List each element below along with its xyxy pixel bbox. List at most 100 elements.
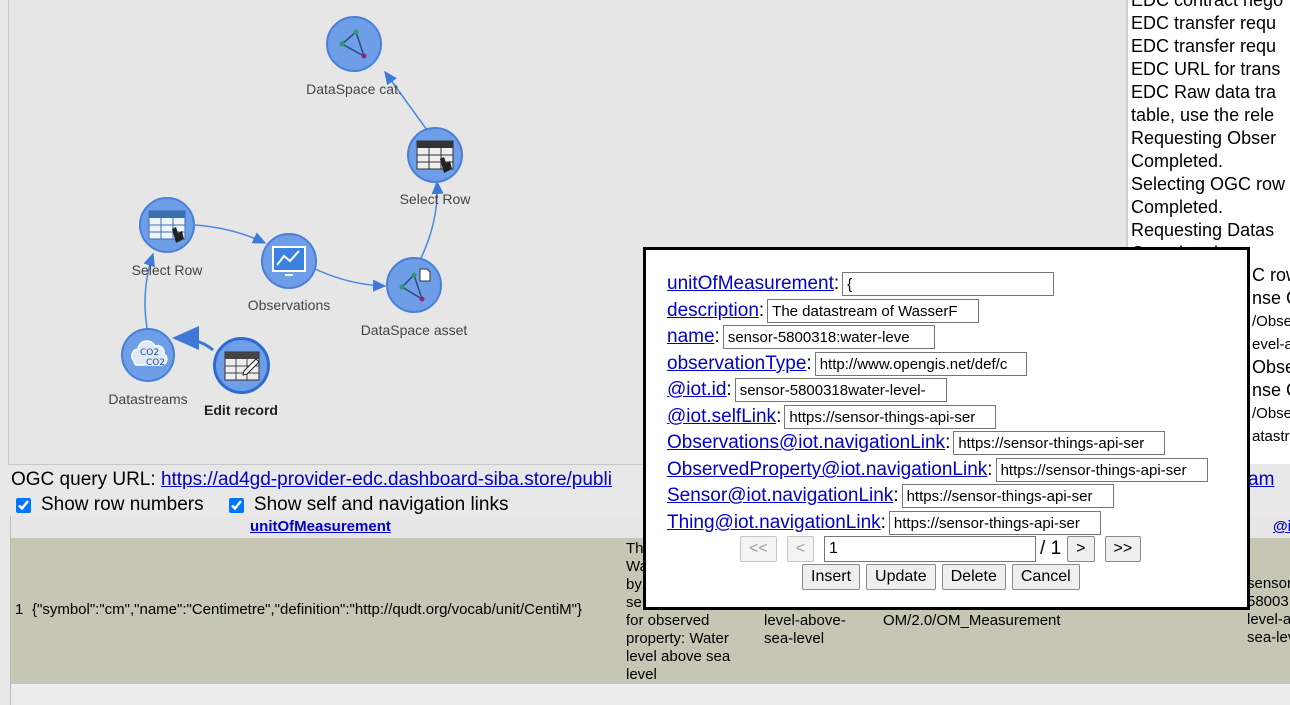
- node-label: DataSpace cat.: [306, 81, 402, 97]
- column-header-unitofmeasurement[interactable]: unitOfMeasurement: [250, 518, 391, 535]
- log-line: EDC Raw data tra: [1131, 82, 1277, 102]
- log-line: Requesting Obser: [1131, 128, 1277, 148]
- field-observations-navlink: Observations@iot.navigationLink:: [667, 430, 1166, 456]
- grid-options: Show row numbers Show self and navigatio…: [14, 494, 526, 519]
- cell-text: sea-level: [764, 630, 825, 647]
- node-label: Datastreams: [108, 391, 188, 407]
- log-fragment: evel-a: [1252, 336, 1290, 353]
- row-number: 1: [15, 601, 24, 618]
- insert-button[interactable]: Insert: [802, 564, 861, 590]
- query-url-label: OGC query URL:: [11, 469, 161, 490]
- log-line: table, use the rele: [1131, 105, 1275, 125]
- iot-selflink-input[interactable]: [784, 405, 997, 429]
- field-label-link[interactable]: Sensor@iot.navigationLink: [667, 485, 893, 507]
- field-unitofmeasurement: unitOfMeasurement:: [667, 271, 1055, 297]
- field-observedproperty-navlink: ObservedProperty@iot.navigationLink:: [667, 457, 1208, 483]
- show-links-checkbox[interactable]: [228, 497, 244, 513]
- last-record-button[interactable]: >>: [1104, 536, 1142, 562]
- field-label-link[interactable]: ObservedProperty@iot.navigationLink: [667, 459, 987, 481]
- observedproperty-navlink-input[interactable]: [995, 458, 1208, 482]
- svg-text:CO2: CO2: [140, 348, 159, 358]
- cancel-button[interactable]: Cancel: [1011, 564, 1080, 590]
- field-description: description:: [667, 298, 980, 324]
- node-label: DataSpace asset: [360, 322, 468, 338]
- name-input[interactable]: [722, 325, 935, 349]
- sensor-navlink-input[interactable]: [901, 484, 1114, 508]
- edge-edit-to-datastreams: [172, 326, 214, 352]
- dialog-actions: Insert Update Delete Cancel: [802, 564, 1086, 590]
- node-label: Select Row: [399, 191, 471, 207]
- show-links-option[interactable]: Show self and navigation links: [227, 494, 508, 516]
- iot-id-input[interactable]: [734, 378, 947, 402]
- observationtype-input[interactable]: [814, 352, 1027, 376]
- field-label-link[interactable]: @iot.selfLink: [667, 406, 776, 428]
- column-header-iot-id[interactable]: @i: [1273, 518, 1290, 535]
- delete-button[interactable]: Delete: [941, 564, 1006, 590]
- cell-text: level: [626, 666, 657, 683]
- field-name: name:: [667, 324, 935, 350]
- update-button[interactable]: Update: [866, 564, 936, 590]
- log-fragment: nse C: [1252, 380, 1290, 400]
- edit-record-dialog[interactable]: unitOfMeasurement: description: name: ob…: [643, 247, 1250, 610]
- field-label-link[interactable]: unitOfMeasurement: [667, 273, 834, 295]
- next-record-button[interactable]: >: [1067, 536, 1095, 562]
- field-label-link[interactable]: name: [667, 326, 715, 348]
- log-line: EDC URL for trans: [1131, 59, 1281, 79]
- log-fragment: Obser: [1252, 357, 1290, 377]
- log-fragment: atastr: [1252, 428, 1290, 445]
- field-label-link[interactable]: Observations@iot.navigationLink: [667, 432, 945, 454]
- unitofmeasurement-input[interactable]: [842, 272, 1055, 296]
- cell-text: 58003: [1247, 593, 1289, 610]
- field-sensor-navlink: Sensor@iot.navigationLink:: [667, 483, 1114, 509]
- show-row-numbers-label: Show row numbers: [41, 494, 204, 515]
- log-line: Selecting OGC row: [1131, 174, 1286, 194]
- record-total: / 1: [1040, 538, 1062, 559]
- log-line: EDC transfer requ: [1131, 36, 1277, 56]
- first-record-button[interactable]: <<: [740, 536, 777, 562]
- query-url-row: OGC query URL: https://ad4gd-provider-ed…: [11, 469, 612, 491]
- show-row-numbers-option[interactable]: Show row numbers: [14, 494, 204, 516]
- log-line: EDC contract nego: [1131, 0, 1284, 10]
- graph-icon: [326, 16, 382, 72]
- cell-text: level-above-: [764, 612, 846, 629]
- description-input[interactable]: [767, 299, 980, 323]
- line-chart-icon: [261, 233, 317, 289]
- node-label: Observations: [247, 297, 331, 313]
- edge-obs-to-asset: [312, 267, 387, 292]
- record-number-input[interactable]: [824, 536, 1037, 562]
- field-label-link[interactable]: @iot.id: [667, 379, 726, 401]
- thing-navlink-input[interactable]: [888, 511, 1101, 535]
- svg-text:CO2: CO2: [146, 358, 165, 368]
- field-label-link[interactable]: observationType: [667, 353, 806, 375]
- graph-document-icon: [386, 257, 442, 313]
- cell-observationtype: OM/2.0/OM_Measurement: [883, 612, 1061, 629]
- query-url-link-tail[interactable]: am: [1248, 469, 1274, 491]
- field-iot-id: @iot.id:: [667, 377, 947, 403]
- cell-name: level-above- sea-level: [764, 612, 846, 648]
- cell-text: level above sea: [626, 648, 731, 665]
- co2-cloud-icon: CO2 CO2: [121, 328, 175, 382]
- show-row-numbers-checkbox[interactable]: [16, 497, 31, 513]
- table-select-icon: [407, 127, 463, 183]
- table-edit-icon: [213, 337, 270, 394]
- field-thing-navlink: Thing@iot.navigationLink:: [667, 510, 1101, 536]
- field-label-link[interactable]: description: [667, 300, 759, 322]
- cell-text: level-a: [1247, 611, 1290, 628]
- log-line: EDC transfer requ: [1131, 13, 1277, 33]
- log-line: Completed.: [1131, 151, 1224, 171]
- cell-text: sensor: [1247, 575, 1290, 592]
- query-url-link[interactable]: https://ad4gd-provider-edc.dashboard-sib…: [161, 469, 612, 490]
- table-select-icon: [139, 197, 195, 253]
- previous-record-button[interactable]: <: [786, 536, 815, 562]
- field-iot-selflink: @iot.selfLink:: [667, 404, 997, 430]
- cell-unitofmeasurement: {"symbol":"cm","name":"Centimetre","defi…: [32, 601, 582, 618]
- log-fragment: C row: [1252, 265, 1290, 285]
- edge-selectrow-to-obs: [194, 224, 267, 244]
- log-line: Requesting Datas: [1131, 220, 1275, 240]
- log-fragment: nse C: [1252, 288, 1290, 308]
- cell-iot-id: sensor 58003 level-a sea-lev: [1247, 575, 1290, 647]
- observations-navlink-input[interactable]: [953, 431, 1166, 455]
- cell-text: for observed: [626, 612, 710, 629]
- field-label-link[interactable]: Thing@iot.navigationLink: [667, 512, 881, 534]
- log-line: Completed.: [1131, 197, 1224, 217]
